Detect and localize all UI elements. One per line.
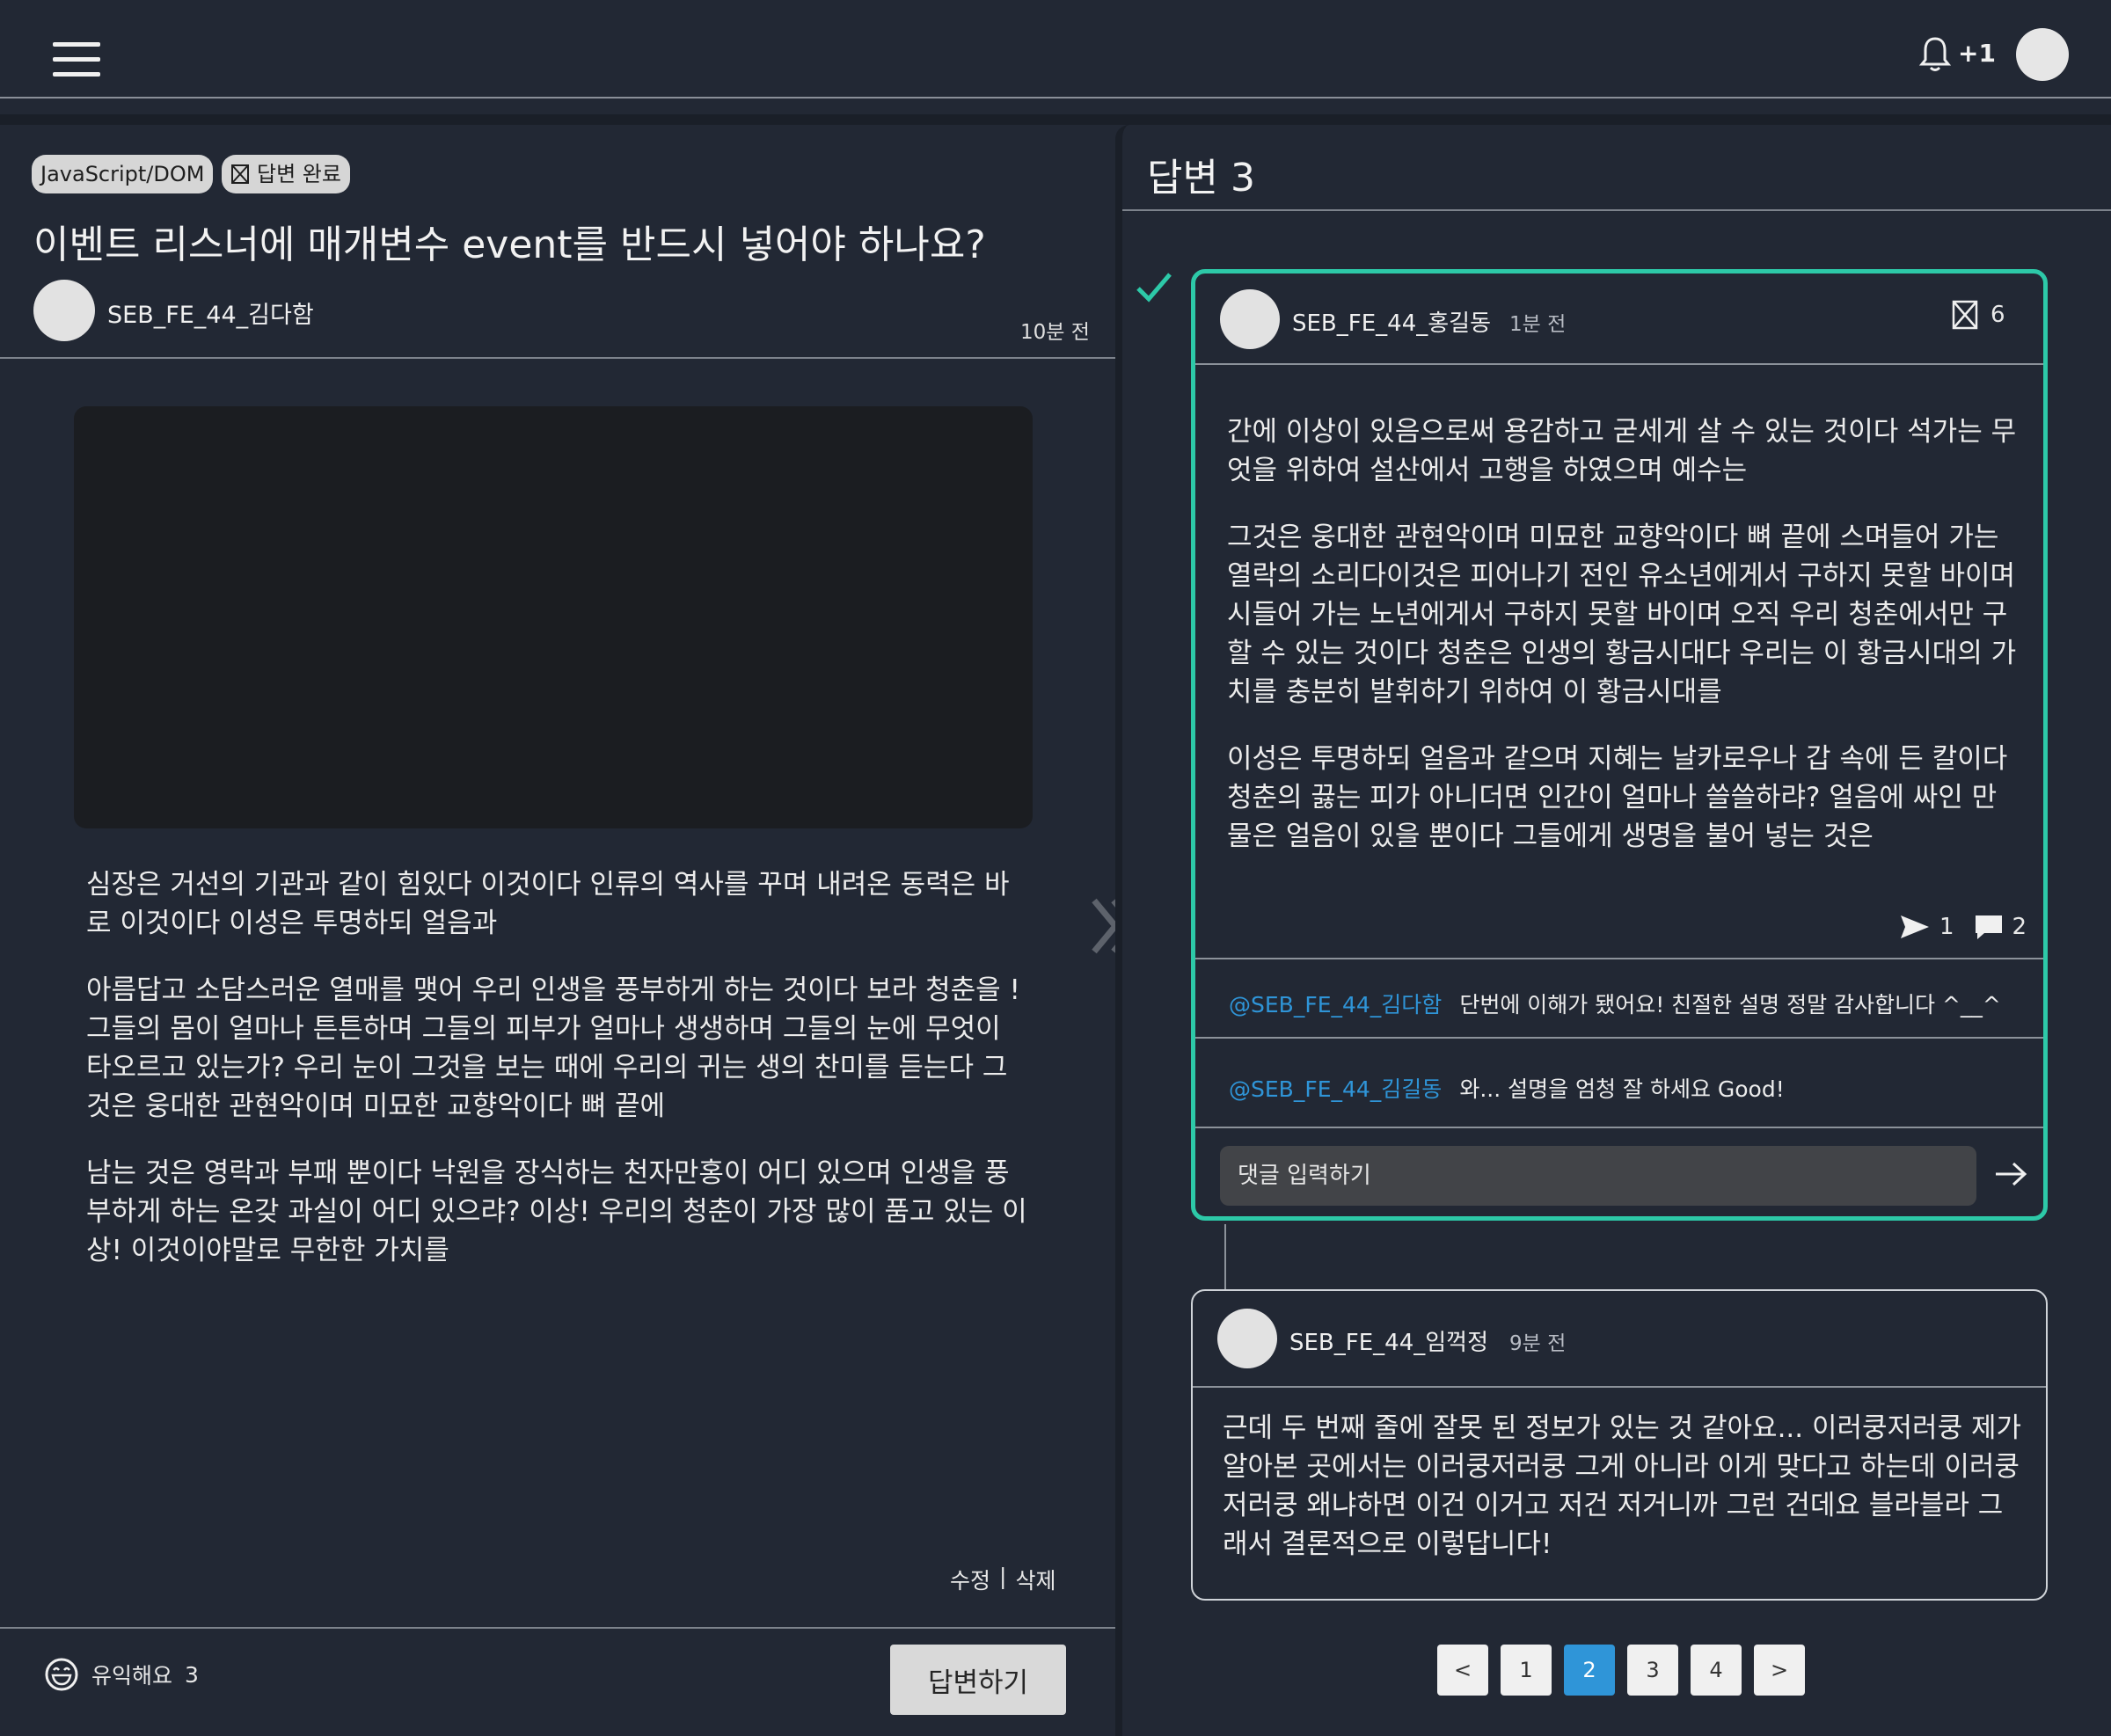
card-divider (1193, 1386, 2046, 1388)
card-divider (1195, 1127, 2043, 1128)
answerer-name[interactable]: SEB_FE_44_임꺽정 (1289, 1324, 1488, 1357)
answerer-avatar[interactable] (1217, 1309, 1277, 1368)
answer-card: SEB_FE_44_임꺽정 9분 전 근데 두 번째 줄에 잘못 된 정보가 있… (1191, 1289, 2048, 1601)
bell-icon[interactable] (1917, 35, 1953, 74)
page-button[interactable]: 1 (1501, 1645, 1552, 1696)
question-paragraph: 남는 것은 영락과 부패 뿐이다 낙원을 장식하는 천자만홍이 어디 있으며 인… (86, 1157, 1027, 1266)
author-avatar[interactable] (33, 280, 95, 341)
prev-page-button[interactable]: < (1437, 1645, 1488, 1696)
answer-time: 9분 전 (1509, 1332, 1567, 1355)
comment-input[interactable] (1220, 1146, 1976, 1206)
page-button-current[interactable]: 2 (1564, 1645, 1615, 1696)
status-badge: 답변 완료 (222, 155, 350, 193)
like-count: 6 (1990, 302, 2005, 328)
answer-actions: 1 2 (1899, 914, 2027, 940)
answer-paragraph: 이성은 투명하되 얼음과 같으며 지혜는 날카로우나 갑 속에 든 칼이다 청춘… (1227, 743, 2008, 852)
notification-count[interactable]: +1 (1958, 39, 1996, 68)
page-button[interactable]: 4 (1691, 1645, 1742, 1696)
answerer-avatar[interactable] (1220, 289, 1280, 349)
footer-divider (0, 1627, 1115, 1629)
send-icon[interactable] (1899, 914, 1931, 940)
card-divider (1195, 1037, 2043, 1039)
answer-body: 근데 두 번째 줄에 잘못 된 정보가 있는 것 같아요... 이러쿵저러쿵 제… (1223, 1412, 2021, 1560)
thread-connector (1224, 1224, 1226, 1289)
reply-mention[interactable]: @SEB_FE_44_김다함 (1229, 988, 1442, 1019)
title-divider (0, 357, 1115, 359)
reply-text: 단번에 이해가 됐어요! 친절한 설명 정말 감사합니다 ^__^ (1459, 992, 2001, 1018)
question-paragraph: 심장은 거선의 기관과 같이 힘있다 이것이다 인류의 역사를 꾸며 내려온 동… (86, 869, 1010, 939)
next-page-button[interactable]: > (1754, 1645, 1805, 1696)
question-body: 심장은 거선의 기관과 같이 힘있다 이것이다 인류의 역사를 꾸며 내려온 동… (86, 865, 1027, 1298)
edit-delete-links: 수정 | 삭제 (950, 1564, 1056, 1595)
answers-panel: 답변 3 SEB_FE_44_홍길동 1분 전 6 간에 이상이 있음으로써 용… (1115, 125, 2111, 1736)
accepted-answer-card: SEB_FE_44_홍길동 1분 전 6 간에 이상이 있음으로써 용감하고 굳… (1191, 269, 2048, 1221)
question-image (74, 406, 1033, 828)
link-separator: | (999, 1564, 1007, 1589)
status-label: 답변 완료 (257, 162, 341, 186)
arrow-right-icon[interactable] (1992, 1158, 2029, 1190)
checkmark-icon (1136, 273, 1172, 303)
reply-mention[interactable]: @SEB_FE_44_김길동 (1229, 1072, 1442, 1104)
checkbox-icon (231, 164, 249, 184)
answers-header-divider (1122, 209, 2111, 211)
menu-icon[interactable] (53, 42, 100, 77)
pagination: < 1 2 3 4 > (1437, 1645, 1805, 1696)
author-name[interactable]: SEB_FE_44_김다함 (107, 295, 314, 330)
card-divider (1195, 958, 2043, 959)
reply-text: 와... 설명을 엄청 잘 하세요 Good! (1459, 1076, 1785, 1102)
answer-time: 1분 전 (1509, 313, 1567, 336)
smile-icon (45, 1658, 78, 1691)
checkbox-icon (1952, 300, 1978, 330)
answer-paragraph: 간에 이상이 있음으로써 용감하고 굳세게 살 수 있는 것이다 석가는 무엇을… (1227, 416, 2017, 486)
answer-body: 간에 이상이 있음으로써 용감하고 굳세게 살 수 있는 것이다 석가는 무엇을… (1227, 412, 2019, 884)
user-avatar[interactable] (2016, 28, 2069, 81)
like-button[interactable]: 6 (1952, 300, 2005, 330)
reply-item: @SEB_FE_44_김길동 와... 설명을 엄청 잘 하세요 Good! (1229, 1072, 1785, 1104)
comment-count: 2 (2012, 914, 2027, 940)
answer-paragraph: 그것은 웅대한 관현악이며 미묘한 교향악이다 뼈 끝에 스며들어 가는 열락의… (1227, 522, 2017, 708)
helpful-label: 유익해요 (91, 1663, 173, 1689)
helpful-button[interactable]: 유익해요 3 (44, 1657, 199, 1692)
topic-tag[interactable]: JavaScript/DOM (32, 155, 214, 193)
answers-header: 답변 3 (1147, 156, 1255, 201)
delete-link[interactable]: 삭제 (1015, 1564, 1056, 1595)
question-panel: JavaScript/DOM 답변 완료 이벤트 리스너에 매개변수 event… (0, 125, 1115, 1736)
answerer-name[interactable]: SEB_FE_44_홍길동 (1292, 305, 1491, 338)
header-shadow (0, 114, 2111, 125)
question-paragraph: 아름답고 소담스러운 열매를 맺어 우리 인생을 풍부하게 하는 것이다 보라 … (86, 974, 1020, 1122)
share-count: 1 (1939, 914, 1954, 940)
top-navigation-bar: +1 (0, 0, 2111, 98)
edit-link[interactable]: 수정 (950, 1564, 990, 1595)
write-answer-button[interactable]: 답변하기 (890, 1645, 1066, 1715)
question-title: 이벤트 리스너에 매개변수 event를 반드시 넣어야 하나요? (33, 222, 986, 267)
card-divider (1195, 363, 2043, 365)
question-time: 10분 전 (1020, 321, 1090, 344)
helpful-count: 3 (185, 1661, 199, 1688)
page-button[interactable]: 3 (1627, 1645, 1678, 1696)
reply-item: @SEB_FE_44_김다함 단번에 이해가 됐어요! 친절한 설명 정말 감사… (1229, 988, 2001, 1019)
comment-icon[interactable] (1974, 914, 2004, 940)
